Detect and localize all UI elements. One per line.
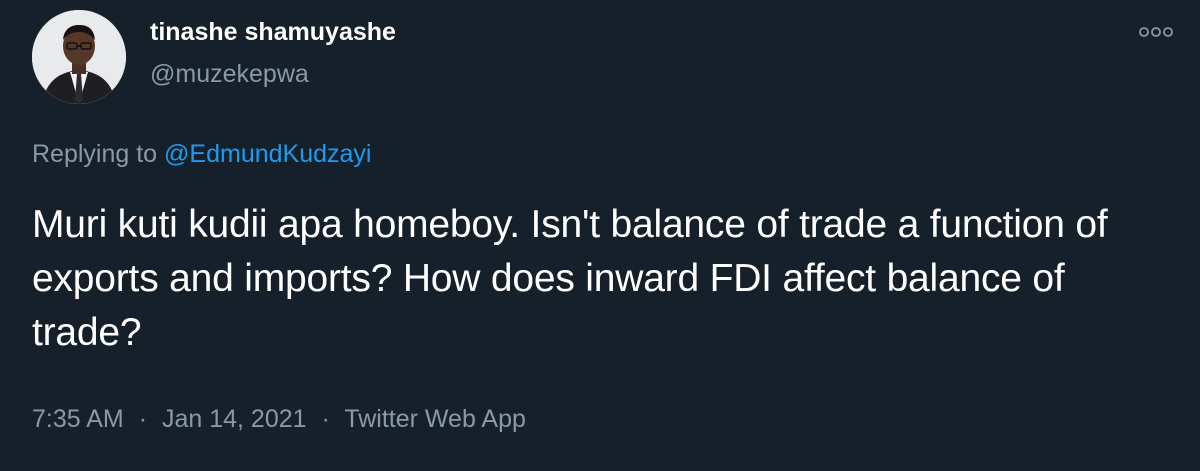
author-handle[interactable]: @muzekepwa — [150, 60, 309, 89]
replying-to-label: Replying to — [32, 140, 158, 168]
tweet-time[interactable]: 7:35 AM — [32, 405, 124, 433]
tweet-card: tinashe shamuyashe @muzekepwa Replying t… — [0, 0, 1200, 471]
meta-separator: · — [321, 405, 330, 433]
reply-mention-link[interactable]: @EdmundKudzayi — [164, 140, 371, 168]
tweet-source: Twitter Web App — [344, 405, 526, 433]
avatar[interactable] — [32, 10, 126, 104]
tweet-metadata: 7:35 AM · Jan 14, 2021 · Twitter Web App — [32, 405, 526, 434]
profile-photo-icon — [32, 10, 126, 104]
tweet-date[interactable]: Jan 14, 2021 — [162, 405, 307, 433]
replying-to: Replying to @EdmundKudzayi — [32, 140, 371, 169]
more-options-button[interactable] — [1138, 22, 1174, 42]
tweet-text: Muri kuti kudii apa homeboy. Isn't balan… — [32, 203, 1108, 354]
author-display-name[interactable]: tinashe shamuyashe — [150, 18, 396, 47]
meta-separator: · — [138, 405, 148, 433]
more-options-icon — [1139, 27, 1173, 37]
